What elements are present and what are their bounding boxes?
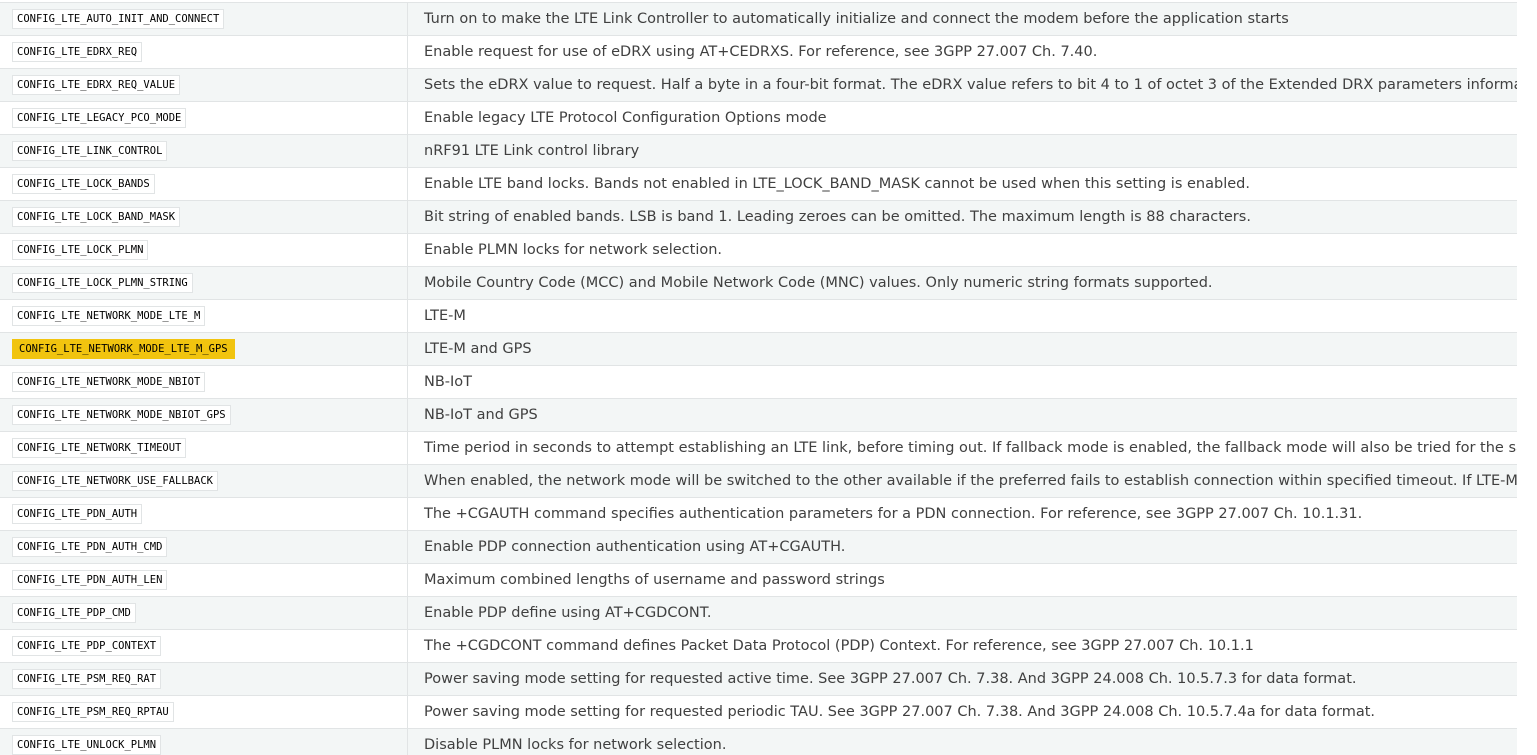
option-name-link[interactable]: CONFIG_LTE_LOCK_PLMN	[12, 240, 149, 260]
option-description: Bit string of enabled bands. LSB is band…	[407, 200, 1517, 234]
option-name-cell: CONFIG_LTE_NETWORK_USE_FALLBACK	[0, 464, 408, 498]
table-row: CONFIG_LTE_NETWORK_MODE_LTE_M LTE-M	[0, 299, 1517, 333]
option-name-cell: CONFIG_LTE_PDP_CONTEXT	[0, 629, 408, 663]
table-row: CONFIG_LTE_PSM_REQ_RAT Power saving mode …	[0, 662, 1517, 696]
table-row: CONFIG_LTE_AUTO_INIT_AND_CONNECT Turn on …	[0, 2, 1517, 36]
table-row: CONFIG_LTE_LOCK_PLMN_STRING Mobile Countr…	[0, 266, 1517, 300]
option-description: Enable LTE band locks. Bands not enabled…	[407, 167, 1517, 201]
kconfig-options-page: CONFIG_LTE_AUTO_INIT_AND_CONNECT Turn on …	[0, 0, 1537, 755]
option-description: Turn on to make the LTE Link Controller …	[407, 2, 1517, 36]
table-row: CONFIG_LTE_EDRX_REQ Enable request for us…	[0, 35, 1517, 69]
options-table-body: CONFIG_LTE_AUTO_INIT_AND_CONNECT Turn on …	[0, 2, 1517, 755]
option-description: Maximum combined lengths of username and…	[407, 563, 1517, 597]
option-description: Enable PDP connection authentication usi…	[407, 530, 1517, 564]
option-name-link[interactable]: CONFIG_LTE_EDRX_REQ_VALUE	[12, 75, 181, 95]
option-name-link[interactable]: CONFIG_LTE_NETWORK_MODE_NBIOT	[12, 372, 206, 392]
option-name-cell: CONFIG_LTE_NETWORK_MODE_LTE_M	[0, 299, 408, 333]
option-name-cell: CONFIG_LTE_PDN_AUTH	[0, 497, 408, 531]
option-name-cell: CONFIG_LTE_LOCK_PLMN	[0, 233, 408, 267]
option-description: LTE-M	[407, 299, 1517, 333]
option-name-link[interactable]: CONFIG_LTE_UNLOCK_PLMN	[12, 735, 162, 755]
option-name-cell: CONFIG_LTE_PSM_REQ_RPTAU	[0, 695, 408, 729]
option-name-link[interactable]: CONFIG_LTE_LINK_CONTROL	[12, 141, 168, 161]
page-right-edge	[1517, 0, 1537, 755]
option-name-link[interactable]: CONFIG_LTE_PDN_AUTH_CMD	[12, 537, 168, 557]
table-row: CONFIG_LTE_EDRX_REQ_VALUE Sets the eDRX v…	[0, 68, 1517, 102]
option-name-link[interactable]: CONFIG_LTE_PDP_CMD	[12, 603, 136, 623]
option-name-link[interactable]: CONFIG_LTE_LEGACY_PCO_MODE	[12, 108, 187, 128]
option-name-cell: CONFIG_LTE_LOCK_PLMN_STRING	[0, 266, 408, 300]
option-description: Enable PDP define using AT+CGDCONT.	[407, 596, 1517, 630]
option-name-link[interactable]: CONFIG_LTE_LOCK_BANDS	[12, 174, 155, 194]
table-row: CONFIG_LTE_NETWORK_MODE_LTE_M_GPS LTE-M a…	[0, 332, 1517, 366]
kconfig-options-table: CONFIG_LTE_AUTO_INIT_AND_CONNECT Turn on …	[0, 2, 1517, 755]
option-name-link[interactable]: CONFIG_LTE_AUTO_INIT_AND_CONNECT	[12, 9, 225, 29]
option-name-cell: CONFIG_LTE_LINK_CONTROL	[0, 134, 408, 168]
option-description: Sets the eDRX value to request. Half a b…	[407, 68, 1517, 102]
option-description: nRF91 LTE Link control library	[407, 134, 1517, 168]
option-description: Mobile Country Code (MCC) and Mobile Net…	[407, 266, 1517, 300]
option-description: Power saving mode setting for requested …	[407, 695, 1517, 729]
table-row: CONFIG_LTE_NETWORK_USE_FALLBACK When enab…	[0, 464, 1517, 498]
option-description: The +CGDCONT command defines Packet Data…	[407, 629, 1517, 663]
option-name-cell: CONFIG_LTE_LEGACY_PCO_MODE	[0, 101, 408, 135]
option-name-link[interactable]: CONFIG_LTE_PDP_CONTEXT	[12, 636, 162, 656]
table-row: CONFIG_LTE_LOCK_PLMN Enable PLMN locks fo…	[0, 233, 1517, 267]
option-name-cell: CONFIG_LTE_EDRX_REQ_VALUE	[0, 68, 408, 102]
option-description: Time period in seconds to attempt establ…	[407, 431, 1517, 465]
option-name-cell: CONFIG_LTE_NETWORK_TIMEOUT	[0, 431, 408, 465]
option-name-link[interactable]: CONFIG_LTE_EDRX_REQ	[12, 42, 143, 62]
option-name-link[interactable]: CONFIG_LTE_PSM_REQ_RPTAU	[12, 702, 174, 722]
table-row: CONFIG_LTE_NETWORK_MODE_NBIOT NB-IoT	[0, 365, 1517, 399]
table-row: CONFIG_LTE_PDN_AUTH The +CGAUTH command s…	[0, 497, 1517, 531]
option-name-link-highlighted[interactable]: CONFIG_LTE_NETWORK_MODE_LTE_M_GPS	[12, 339, 235, 359]
option-name-cell: CONFIG_LTE_PDN_AUTH_CMD	[0, 530, 408, 564]
table-row: CONFIG_LTE_PDN_AUTH_LEN Maximum combined …	[0, 563, 1517, 597]
option-name-cell: CONFIG_LTE_UNLOCK_PLMN	[0, 728, 408, 755]
option-description: When enabled, the network mode will be s…	[407, 464, 1517, 498]
table-row: CONFIG_LTE_UNLOCK_PLMN Disable PLMN locks…	[0, 728, 1517, 755]
option-name-cell: CONFIG_LTE_PSM_REQ_RAT	[0, 662, 408, 696]
option-name-cell: CONFIG_LTE_NETWORK_MODE_NBIOT_GPS	[0, 398, 408, 432]
option-name-link[interactable]: CONFIG_LTE_LOCK_PLMN_STRING	[12, 273, 193, 293]
option-name-link[interactable]: CONFIG_LTE_NETWORK_MODE_LTE_M	[12, 306, 206, 326]
option-description: Disable PLMN locks for network selection…	[407, 728, 1517, 755]
option-description: Power saving mode setting for requested …	[407, 662, 1517, 696]
option-name-cell: CONFIG_LTE_PDN_AUTH_LEN	[0, 563, 408, 597]
option-name-cell: CONFIG_LTE_PDP_CMD	[0, 596, 408, 630]
table-row: CONFIG_LTE_PSM_REQ_RPTAU Power saving mod…	[0, 695, 1517, 729]
option-name-link[interactable]: CONFIG_LTE_PDN_AUTH_LEN	[12, 570, 168, 590]
option-name-link[interactable]: CONFIG_LTE_NETWORK_USE_FALLBACK	[12, 471, 218, 491]
option-name-link[interactable]: CONFIG_LTE_LOCK_BAND_MASK	[12, 207, 181, 227]
option-description: NB-IoT and GPS	[407, 398, 1517, 432]
table-row: CONFIG_LTE_PDP_CONTEXT The +CGDCONT comma…	[0, 629, 1517, 663]
option-name-link[interactable]: CONFIG_LTE_NETWORK_TIMEOUT	[12, 438, 187, 458]
option-description: The +CGAUTH command specifies authentica…	[407, 497, 1517, 531]
option-name-cell: CONFIG_LTE_NETWORK_MODE_LTE_M_GPS	[0, 332, 408, 366]
table-row: CONFIG_LTE_NETWORK_TIMEOUT Time period in…	[0, 431, 1517, 465]
table-row: CONFIG_LTE_LOCK_BANDS Enable LTE band loc…	[0, 167, 1517, 201]
table-row: CONFIG_LTE_LINK_CONTROL nRF91 LTE Link co…	[0, 134, 1517, 168]
option-name-link[interactable]: CONFIG_LTE_PSM_REQ_RAT	[12, 669, 162, 689]
option-name-cell: CONFIG_LTE_LOCK_BAND_MASK	[0, 200, 408, 234]
option-description: Enable legacy LTE Protocol Configuration…	[407, 101, 1517, 135]
option-name-cell: CONFIG_LTE_LOCK_BANDS	[0, 167, 408, 201]
option-name-cell: CONFIG_LTE_NETWORK_MODE_NBIOT	[0, 365, 408, 399]
table-row: CONFIG_LTE_NETWORK_MODE_NBIOT_GPS NB-IoT …	[0, 398, 1517, 432]
option-name-link[interactable]: CONFIG_LTE_NETWORK_MODE_NBIOT_GPS	[12, 405, 231, 425]
option-name-cell: CONFIG_LTE_EDRX_REQ	[0, 35, 408, 69]
table-row: CONFIG_LTE_PDP_CMD Enable PDP define usin…	[0, 596, 1517, 630]
table-row: CONFIG_LTE_PDN_AUTH_CMD Enable PDP connec…	[0, 530, 1517, 564]
option-name-link[interactable]: CONFIG_LTE_PDN_AUTH	[12, 504, 143, 524]
table-row: CONFIG_LTE_LOCK_BAND_MASK Bit string of e…	[0, 200, 1517, 234]
table-row: CONFIG_LTE_LEGACY_PCO_MODE Enable legacy …	[0, 101, 1517, 135]
option-description: LTE-M and GPS	[407, 332, 1517, 366]
option-name-cell: CONFIG_LTE_AUTO_INIT_AND_CONNECT	[0, 2, 408, 36]
option-description: Enable PLMN locks for network selection.	[407, 233, 1517, 267]
option-description: NB-IoT	[407, 365, 1517, 399]
option-description: Enable request for use of eDRX using AT+…	[407, 35, 1517, 69]
